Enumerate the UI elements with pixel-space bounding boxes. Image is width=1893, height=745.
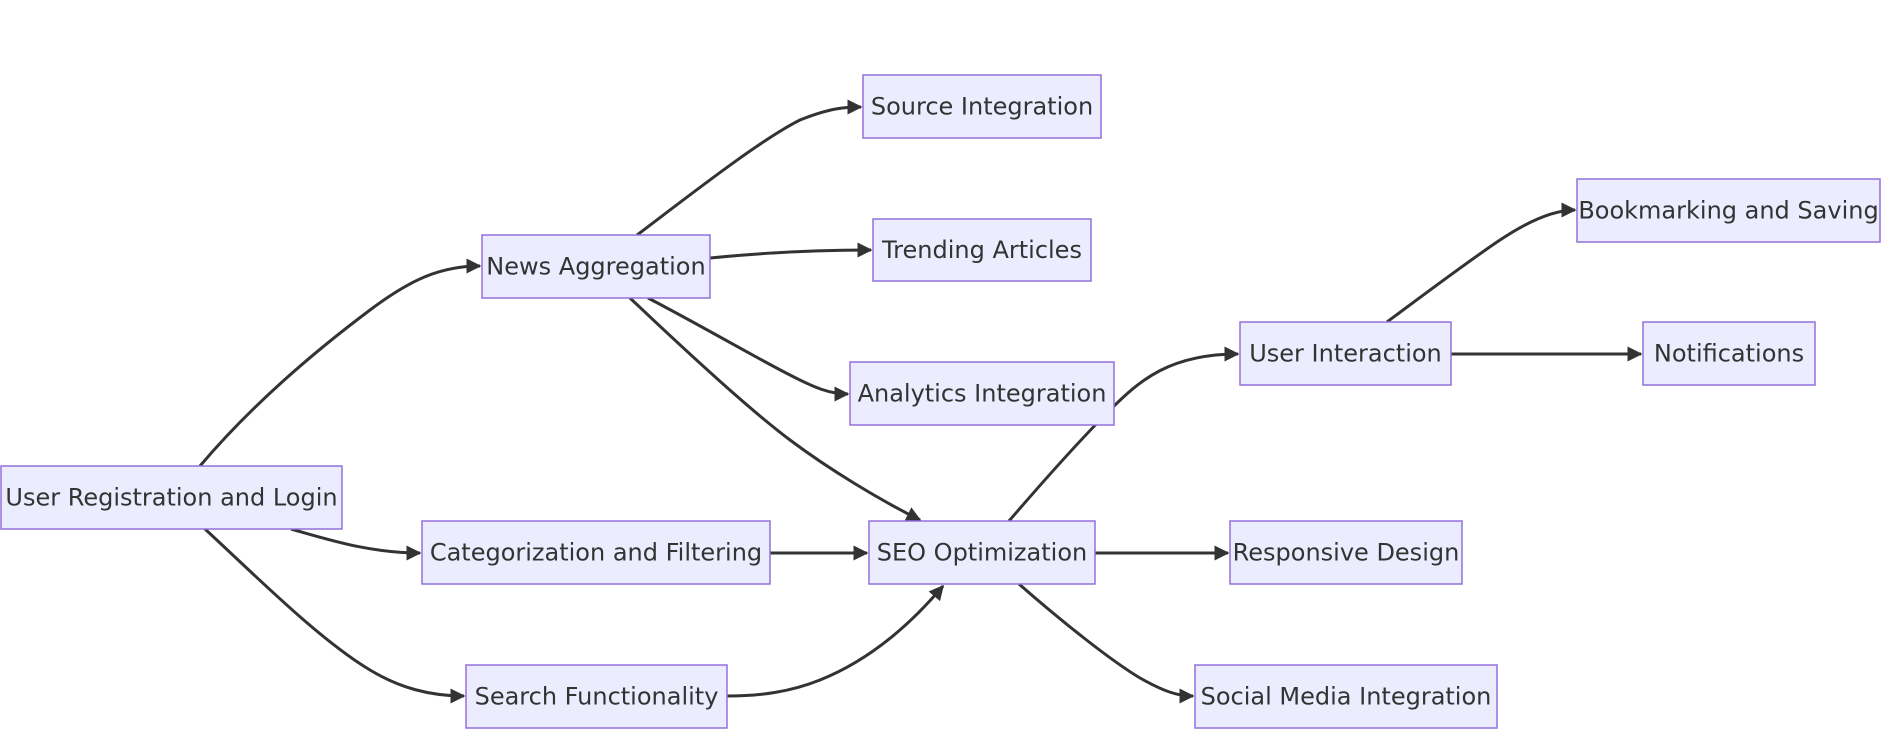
node-label: Source Integration (871, 93, 1093, 121)
edge-user-interaction-to-bookmarking-and-saving (1386, 202, 1577, 324)
node-label: SEO Optimization (877, 539, 1087, 567)
node-label: User Interaction (1249, 340, 1442, 368)
node-label: Search Functionality (475, 683, 719, 711)
node-label: Trending Articles (881, 236, 1082, 264)
node-analytics-integration[interactable]: Analytics Integration (849, 361, 1115, 426)
edge-news-aggregation-to-trending-articles (709, 242, 873, 260)
edge-user-registration-and-login-to-categorization-and-filtering (290, 527, 422, 561)
node-user-interaction[interactable]: User Interaction (1239, 321, 1452, 386)
edge-news-aggregation-to-source-integration (636, 99, 863, 237)
flowchart-diagram: User Registration and Login News Aggregat… (0, 74, 1881, 729)
node-label: Responsive Design (1233, 539, 1460, 567)
node-label: Analytics Integration (858, 380, 1107, 408)
node-categorization-and-filtering[interactable]: Categorization and Filtering (421, 520, 771, 585)
node-label: Social Media Integration (1201, 683, 1492, 711)
node-responsive-design[interactable]: Responsive Design (1229, 520, 1463, 585)
node-source-integration[interactable]: Source Integration (862, 74, 1102, 139)
node-notifications[interactable]: Notifications (1642, 321, 1816, 386)
edge-news-aggregation-to-analytics-integration (647, 296, 850, 402)
node-bookmarking-and-saving[interactable]: Bookmarking and Saving (1576, 178, 1881, 243)
node-label: Notifications (1654, 340, 1804, 368)
node-search-functionality[interactable]: Search Functionality (465, 664, 728, 729)
node-seo-optimization[interactable]: SEO Optimization (868, 520, 1096, 585)
edge-seo-optimization-to-social-media-integration (1018, 582, 1195, 704)
edge-user-registration-and-login-to-news-aggregation (198, 258, 482, 467)
node-label: Bookmarking and Saving (1578, 197, 1878, 225)
node-trending-articles[interactable]: Trending Articles (872, 218, 1092, 282)
nodes-layer: User Registration and Login News Aggregat… (0, 74, 1881, 729)
node-label: Categorization and Filtering (430, 539, 762, 567)
node-social-media-integration[interactable]: Social Media Integration (1194, 664, 1498, 729)
node-user-registration-and-login[interactable]: User Registration and Login (0, 465, 343, 530)
node-label: User Registration and Login (5, 484, 337, 512)
edge-search-functionality-to-seo-optimization (726, 584, 945, 698)
node-news-aggregation[interactable]: News Aggregation (481, 234, 711, 299)
node-label: News Aggregation (486, 253, 705, 281)
